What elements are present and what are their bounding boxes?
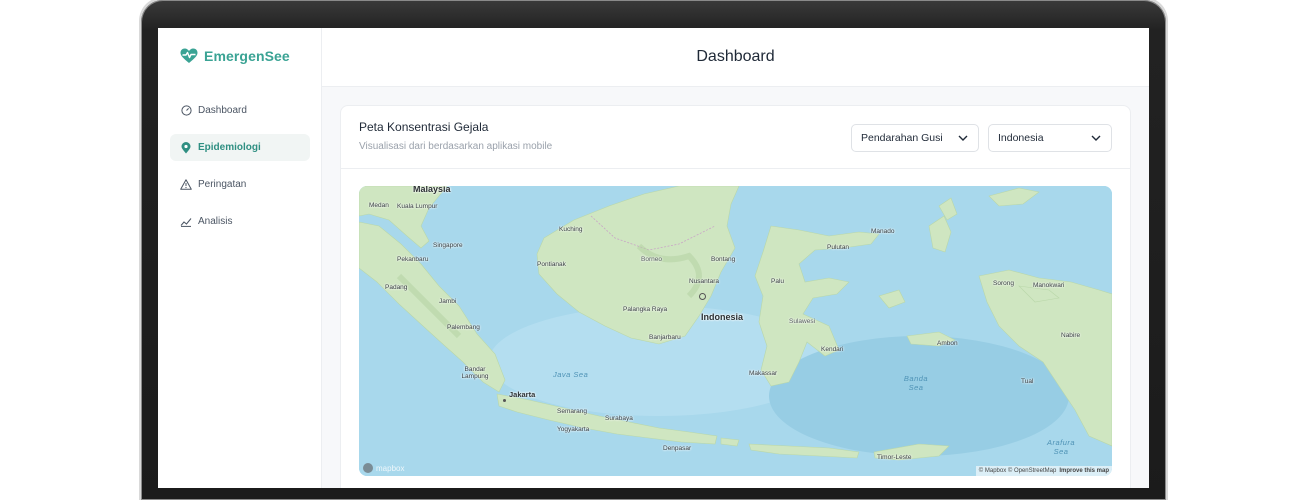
symptom-map-card: Peta Konsentrasi Gejala Visualisasi dari… [340,105,1131,488]
map-label-city: Nusantara [689,278,719,285]
card-header: Peta Konsentrasi Gejala Visualisasi dari… [341,106,1130,169]
city-marker [503,399,506,402]
symptom-select[interactable]: Pendarahan Gusi [851,124,979,152]
map-label-region: Borneo [641,256,662,263]
map-label-city: Kuala Lumpur [397,203,438,210]
brand[interactable]: EmergenSee [180,48,290,64]
map-label-city: Pulutan [827,244,850,251]
map-label-city: Padang [385,284,408,291]
map-label-city: Palangka Raya [623,306,668,313]
app-window: EmergenSee Dashboard Epidemiologi Pering… [158,28,1149,488]
map-label-city: Jakarta [509,390,536,399]
map-label-city: Kendari [821,346,844,353]
map-label-city: Palu [771,278,785,285]
brand-name: EmergenSee [204,48,290,64]
card-subtitle: Visualisasi dari berdasarkan aplikasi mo… [359,141,553,152]
map-label-city: Surabaya [605,415,633,422]
sidebar-item-epidemiologi[interactable]: Epidemiologi [170,134,310,161]
map-label-city: Manado [871,228,895,235]
card-title: Peta Konsentrasi Gejala [359,120,489,134]
sidebar-item-label: Analisis [198,216,233,227]
sidebar-item-dashboard[interactable]: Dashboard [170,97,310,124]
map-label-city: Yogyakarta [557,426,590,433]
map-label-city: Medan [369,202,389,209]
mapbox-logo-text: mapbox [376,463,405,473]
warning-triangle-icon [180,179,192,191]
map-label-city: Denpasar [663,445,692,452]
map-basemap [359,186,1112,476]
map-label-city: Pekanbaru [397,256,429,263]
map-label-country: Timor-Leste [877,454,912,461]
main-content: Dashboard Peta Konsentrasi Gejala Visual… [322,28,1149,488]
map-attribution: © Mapbox © OpenStreetMap Improve this ma… [975,466,1112,476]
map-label-city: Pontianak [537,261,566,268]
map-label-sea: Banda Sea [903,374,929,392]
sidebar-item-analisis[interactable]: Analisis [170,208,310,235]
map-label-city: Makassar [749,370,778,377]
map-label-region: Sulawesi [789,318,816,325]
region-select-value: Indonesia [998,132,1044,144]
map-pin-icon [180,141,192,154]
topbar: Dashboard [322,28,1149,87]
heart-pulse-icon [180,48,198,64]
map-label-country: Indonesia [701,312,744,322]
map-label-city: Banjarbaru [649,334,681,341]
map-label-city: Kuching [559,226,583,233]
map-label-city: Nabire [1061,332,1081,339]
map-label-city: Manokwari [1033,282,1065,289]
map-label-city: Bontang [711,256,736,263]
gauge-icon [180,105,192,117]
sidebar-item-label: Peringatan [198,179,247,190]
map-label-city: Tual [1021,378,1034,385]
symptom-select-value: Pendarahan Gusi [861,132,943,144]
map-label-sea: Arafura Sea [1046,438,1076,456]
map-label-city: Bandar Lampung [461,366,489,380]
sidebar-nav: Dashboard Epidemiologi Peringatan Analis… [170,97,310,245]
map-label-sea: Java Sea [553,370,589,379]
map-label-country: Malaysia [413,186,451,194]
map-view[interactable]: Malaysia Medan Kuala Lumpur Singapore Pe… [359,186,1112,476]
chart-line-icon [180,216,192,228]
sidebar-item-peringatan[interactable]: Peringatan [170,171,310,198]
page-title: Dashboard [696,48,775,65]
map-label-city: Ambon [937,340,958,347]
map-label-city: Jambi [439,298,457,305]
chevron-down-icon [958,132,968,144]
map-label-city: Singapore [433,242,463,249]
sidebar-item-label: Epidemiologi [198,142,261,153]
map-label-city: Semarang [557,408,587,415]
map-label-city: Palembang [447,324,480,331]
map-label-city: Sorong [993,280,1014,287]
attribution-text[interactable]: © Mapbox © OpenStreetMap [979,468,1057,474]
sidebar: EmergenSee Dashboard Epidemiologi Pering… [158,28,322,488]
chevron-down-icon [1091,132,1101,144]
mapbox-logo-icon [363,463,373,473]
capital-marker [699,293,706,300]
improve-map-link[interactable]: Improve this map [1059,468,1109,474]
mapbox-logo[interactable]: mapbox [363,463,404,473]
region-select[interactable]: Indonesia [988,124,1112,152]
sidebar-item-label: Dashboard [198,105,247,116]
